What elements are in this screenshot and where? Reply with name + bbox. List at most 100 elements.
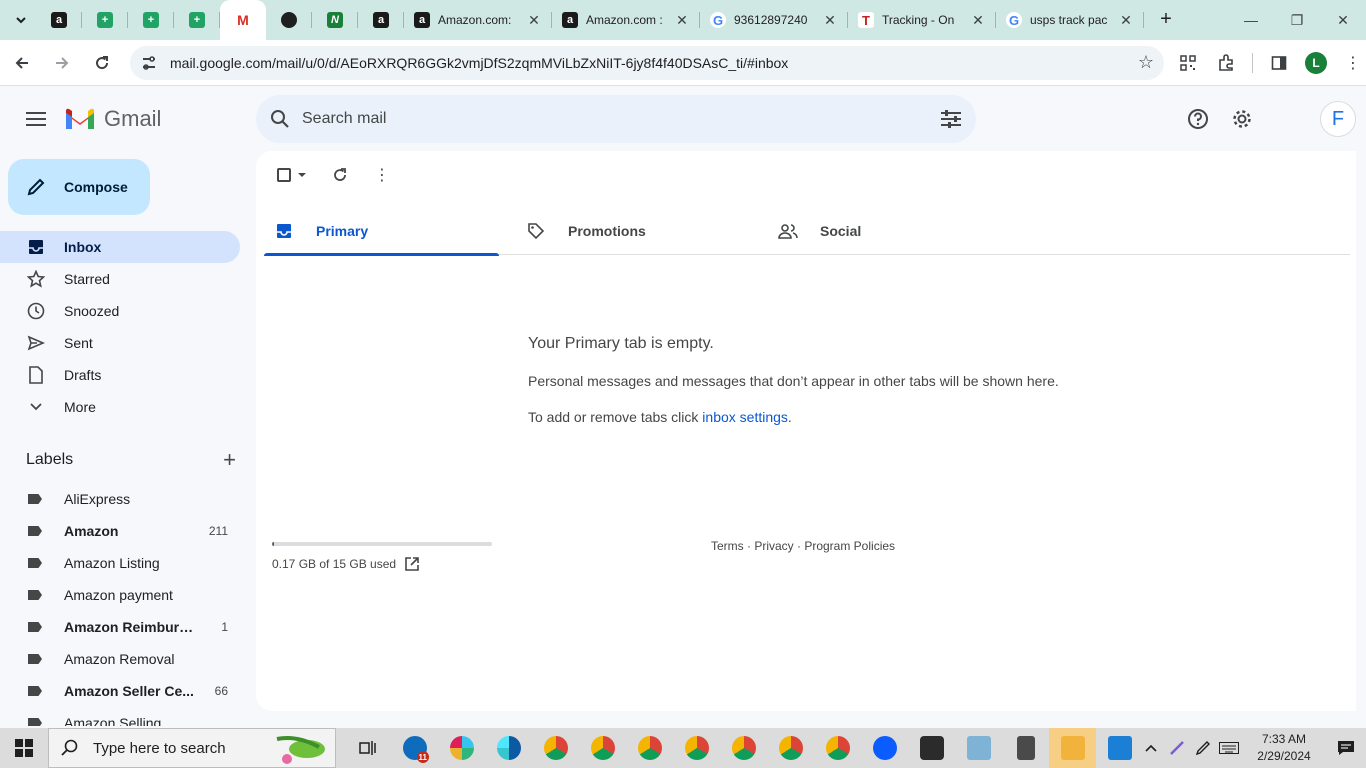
browser-tab[interactable]: a Amazon.com : ✕: [552, 0, 700, 40]
tab-social[interactable]: Social: [768, 207, 1020, 255]
compose-button[interactable]: Compose: [8, 159, 150, 215]
close-window-icon[interactable]: ✕: [1320, 0, 1366, 40]
browser-tab[interactable]: T Tracking - On ✕: [848, 0, 996, 40]
close-icon[interactable]: ✕: [526, 12, 542, 28]
chrome-profile-icon[interactable]: [720, 728, 767, 768]
label-item[interactable]: AliExpress: [0, 483, 240, 515]
notification-center-icon[interactable]: [1326, 728, 1366, 768]
pinned-tab-amazon-2[interactable]: a: [358, 0, 404, 40]
extensions-icon[interactable]: [1214, 51, 1238, 75]
chrome-profile-icon[interactable]: [814, 728, 861, 768]
chrome-icon[interactable]: [532, 728, 579, 768]
search-bar[interactable]: [256, 95, 976, 143]
site-info-icon[interactable]: [140, 54, 158, 72]
nav-item-drafts[interactable]: Drafts: [0, 359, 240, 391]
nav-item-inbox[interactable]: Inbox: [0, 231, 240, 263]
close-icon[interactable]: ✕: [674, 12, 690, 28]
sidebar: Compose Inbox Starred Snoozed Sent Draft…: [0, 151, 256, 726]
account-avatar[interactable]: F: [1320, 101, 1356, 137]
sheets-icon: +: [97, 12, 113, 28]
back-button[interactable]: [4, 45, 40, 81]
browser-tab[interactable]: a Amazon.com: ✕: [404, 0, 552, 40]
chrome-profile-icon[interactable]: [626, 728, 673, 768]
label-item[interactable]: Amazon Reimburse... 1: [0, 611, 240, 643]
gmail-header: Gmail F: [0, 87, 1366, 151]
calculator-icon[interactable]: [1002, 728, 1049, 768]
qr-code-icon[interactable]: [1176, 51, 1200, 75]
pinned-tab-oval[interactable]: [266, 0, 312, 40]
start-button[interactable]: [0, 728, 48, 768]
close-icon[interactable]: ✕: [970, 12, 986, 28]
google-icon: G: [710, 12, 726, 28]
refresh-icon[interactable]: [326, 161, 354, 189]
minimize-icon[interactable]: —: [1228, 0, 1274, 40]
more-options-icon[interactable]: ⋮: [368, 161, 396, 189]
browser-tab[interactable]: G 93612897240 ✕: [700, 0, 848, 40]
search-options-icon[interactable]: [940, 109, 962, 129]
new-tab-button[interactable]: +: [1152, 6, 1180, 34]
toolbar-divider: [1252, 52, 1253, 73]
add-label-icon[interactable]: +: [223, 447, 236, 473]
chevron-up-icon[interactable]: [1138, 728, 1164, 768]
address-bar[interactable]: mail.google.com/mail/u/0/d/AEoRXRQR6GGk2…: [130, 45, 1164, 80]
close-icon[interactable]: ✕: [822, 12, 838, 28]
pinned-tab-amazon[interactable]: a: [36, 0, 82, 40]
nav-label: Sent: [64, 335, 93, 351]
browser-profile-avatar[interactable]: L: [1305, 51, 1327, 74]
nav-item-snoozed[interactable]: Snoozed: [0, 295, 240, 327]
pinned-tab-green[interactable]: N: [312, 0, 358, 40]
keyboard-icon[interactable]: [1216, 728, 1242, 768]
settings-gear-icon[interactable]: [1226, 99, 1258, 139]
label-item[interactable]: Amazon Selling: [0, 707, 240, 726]
pen-icon[interactable]: [1164, 728, 1190, 768]
select-all-checkbox[interactable]: [272, 161, 312, 189]
label-item[interactable]: Amazon Listing: [0, 547, 240, 579]
gmail-logo[interactable]: Gmail: [64, 106, 161, 132]
label-item[interactable]: Amazon Seller Ce... 66: [0, 675, 240, 707]
apps-grid-icon[interactable]: [1270, 99, 1302, 139]
tab-promotions[interactable]: Promotions: [516, 207, 768, 255]
forward-button[interactable]: [44, 45, 80, 81]
taskbar-search[interactable]: Type here to search: [48, 728, 336, 768]
browser-tab[interactable]: G usps track pac ✕: [996, 0, 1144, 40]
slack-icon[interactable]: [438, 728, 485, 768]
inbox-settings-link[interactable]: inbox settings: [702, 409, 788, 425]
label-item[interactable]: Amazon 211: [0, 515, 240, 547]
chrome-profile-icon[interactable]: [767, 728, 814, 768]
photos-icon[interactable]: [1096, 728, 1143, 768]
open-in-new-icon[interactable]: [404, 556, 420, 572]
bookmark-star-icon[interactable]: ☆: [1138, 52, 1154, 73]
close-icon[interactable]: ✕: [1118, 12, 1134, 28]
taskbar-clock[interactable]: 7:33 AM 2/29/2024: [1242, 731, 1326, 765]
search-input[interactable]: [302, 110, 940, 128]
tab-primary[interactable]: Primary: [264, 207, 516, 256]
restore-icon[interactable]: ❐: [1274, 0, 1320, 40]
task-view-icon[interactable]: [344, 728, 391, 768]
browser-menu-icon[interactable]: ⋮: [1341, 51, 1365, 75]
pinned-tab-gmail[interactable]: M: [220, 0, 266, 40]
ink-workspace-icon[interactable]: [1190, 728, 1216, 768]
label-item[interactable]: Amazon Removal: [0, 643, 240, 675]
notes-app-icon[interactable]: [955, 728, 1002, 768]
mail-app-icon[interactable]: 11: [391, 728, 438, 768]
main-menu-button[interactable]: [12, 95, 60, 143]
help-icon[interactable]: [1182, 99, 1214, 139]
pinned-tab-sheets-3[interactable]: +: [174, 0, 220, 40]
edge-icon[interactable]: [485, 728, 532, 768]
label-item[interactable]: Amazon payment: [0, 579, 240, 611]
file-explorer-icon[interactable]: [1049, 728, 1096, 768]
tab-search-button[interactable]: [6, 6, 36, 34]
nav-item-starred[interactable]: Starred: [0, 263, 240, 295]
pinned-tab-sheets-1[interactable]: +: [82, 0, 128, 40]
reload-button[interactable]: [84, 45, 120, 81]
side-panel-icon[interactable]: [1267, 51, 1291, 75]
tool-app-icon[interactable]: [908, 728, 955, 768]
chrome-profile-icon[interactable]: [673, 728, 720, 768]
nav-item-more[interactable]: More: [0, 391, 240, 423]
nav-item-sent[interactable]: Sent: [0, 327, 240, 359]
chrome-profile-icon[interactable]: [579, 728, 626, 768]
search-icon[interactable]: [270, 109, 290, 129]
footer-links[interactable]: Terms · Privacy · Program Policies: [711, 539, 895, 553]
pinned-tab-sheets-2[interactable]: +: [128, 0, 174, 40]
zoom-icon[interactable]: [861, 728, 908, 768]
